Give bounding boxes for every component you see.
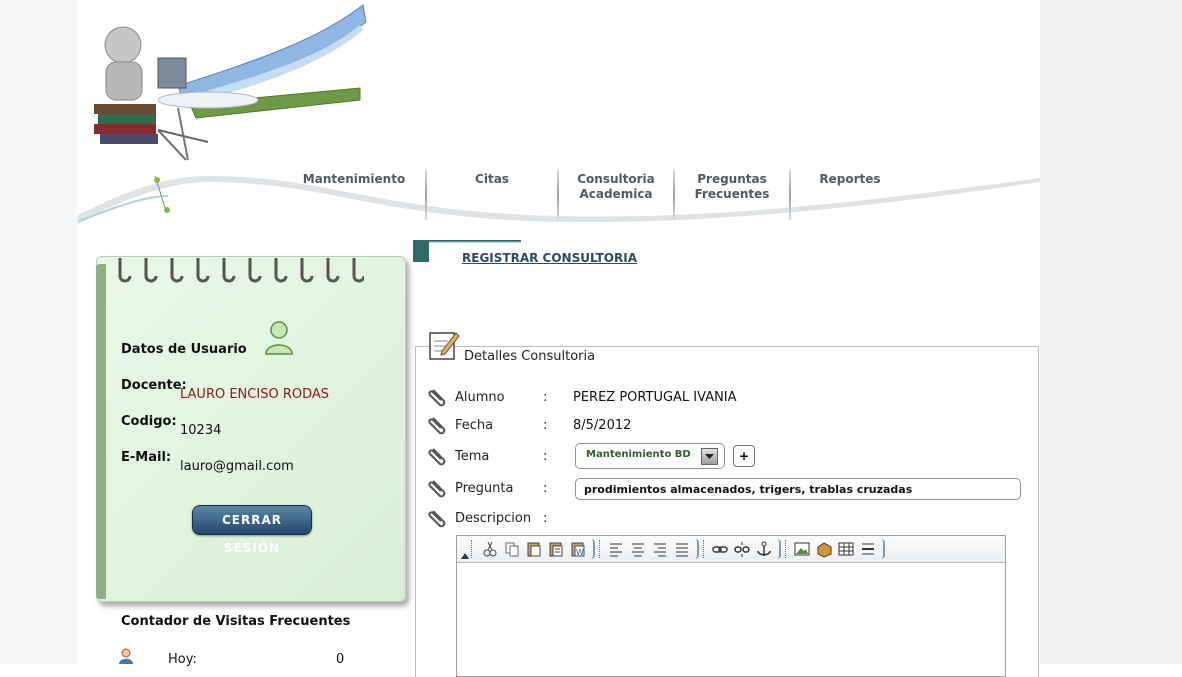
alumno-value: PEREZ PORTUGAL IVANIA	[573, 390, 737, 405]
image-icon[interactable]	[793, 540, 811, 558]
codigo-value: 10234	[180, 423, 222, 438]
nav-mantenimiento[interactable]: Mantenimiento	[283, 168, 425, 220]
email-value: lauro@gmail.com	[180, 459, 294, 474]
site-header: Mantenimiento Citas Consultoria Academic…	[78, 0, 1040, 240]
anchor-icon[interactable]	[755, 540, 773, 558]
toolbar-group-end	[879, 539, 885, 559]
nav-reportes[interactable]: Reportes	[791, 168, 909, 220]
paste-icon[interactable]	[525, 540, 543, 558]
nav-label: Consultoria	[577, 172, 655, 186]
nav-label: Mantenimiento	[302, 172, 406, 186]
nav-label: Academica	[579, 187, 653, 201]
main-nav: Mantenimiento Citas Consultoria Academic…	[283, 168, 909, 220]
descripcion-text-area[interactable]	[457, 563, 1005, 676]
visits-title: Contador de Visitas Frecuentes	[121, 614, 351, 629]
page-margin-right	[1040, 0, 1182, 664]
toolbar-collapse-icon[interactable]	[460, 550, 470, 560]
docente-value: LAURO ENCISO RODAS	[180, 387, 330, 402]
fecha-value: 8/5/2012	[573, 418, 632, 433]
unlink-icon[interactable]	[733, 540, 751, 558]
docente-label: Docente:	[121, 378, 187, 393]
register-consultoria-link[interactable]: REGISTRAR CONSULTORIA	[462, 251, 637, 265]
descripcion-editor: W	[456, 535, 1006, 677]
toolbar-group-end	[775, 539, 781, 559]
alumno-label: Alumno	[455, 390, 505, 405]
user-card-edge	[96, 264, 106, 599]
field-separator: :	[543, 511, 548, 526]
flash-icon[interactable]	[815, 540, 833, 558]
paperclip-icon	[428, 480, 446, 498]
copy-icon[interactable]	[503, 540, 521, 558]
nav-label: Preguntas	[697, 172, 767, 186]
toolbar-group-end	[589, 539, 595, 559]
toolbar-grip	[471, 540, 475, 558]
chevron-down-icon[interactable]	[701, 448, 718, 465]
nav-label: Frecuentes	[694, 187, 770, 201]
link-icon[interactable]	[711, 540, 729, 558]
paste-text-icon[interactable]	[547, 540, 565, 558]
fieldset-legend: Detalles Consultoria	[461, 349, 599, 364]
tema-selected-value: Mantenimiento BD	[586, 449, 691, 460]
field-separator: :	[543, 481, 548, 496]
spiral-binding-icon	[118, 258, 364, 283]
nav-label: Reportes	[819, 172, 881, 186]
table-icon[interactable]	[837, 540, 855, 558]
user-icon	[265, 321, 293, 355]
cut-icon[interactable]	[481, 540, 499, 558]
page-frame: Mantenimiento Citas Consultoria Academic…	[78, 0, 1040, 677]
field-separator: :	[543, 390, 548, 405]
codigo-label: Codigo:	[121, 414, 177, 429]
fecha-label: Fecha	[455, 418, 494, 433]
align-justify-icon[interactable]	[673, 540, 691, 558]
paperclip-icon	[428, 510, 446, 528]
paperclip-icon	[428, 389, 446, 407]
tema-select[interactable]: Mantenimiento BD	[575, 443, 725, 469]
tema-label: Tema	[455, 449, 490, 464]
editor-toolbar: W	[457, 536, 1005, 563]
pregunta-label: Pregunta	[455, 481, 514, 496]
horizontal-rule-icon[interactable]	[859, 540, 877, 558]
align-left-icon[interactable]	[607, 540, 625, 558]
toolbar-grip	[703, 540, 707, 558]
field-separator: :	[543, 449, 548, 464]
align-right-icon[interactable]	[651, 540, 669, 558]
field-separator: :	[543, 418, 548, 433]
nav-citas[interactable]: Citas	[427, 168, 557, 220]
align-center-icon[interactable]	[629, 540, 647, 558]
add-tema-button[interactable]: +	[733, 445, 755, 467]
toolbar-group-end	[693, 539, 699, 559]
page-margin-left	[0, 0, 80, 664]
descripcion-label: Descripcion	[455, 511, 532, 526]
visitor-icon	[119, 648, 133, 664]
visits-today-value: 0	[336, 652, 345, 667]
toolbar-grip	[599, 540, 603, 558]
toolbar-grip	[785, 540, 789, 558]
nav-label: Citas	[475, 172, 509, 186]
paperclip-icon	[428, 448, 446, 466]
visits-today-label: Hoy:	[168, 652, 197, 667]
email-label: E-Mail:	[121, 450, 172, 465]
nav-consultoria-academica[interactable]: Consultoria Academica	[559, 168, 673, 220]
svg-text:W: W	[576, 548, 584, 557]
notepad-pencil-icon	[429, 332, 460, 360]
nav-preguntas-frecuentes[interactable]: Preguntas Frecuentes	[675, 168, 789, 220]
paste-word-icon[interactable]: W	[569, 540, 587, 558]
logout-button[interactable]: CERRAR SESIÓN	[192, 505, 312, 555]
paperclip-icon	[428, 417, 446, 435]
pregunta-input[interactable]	[575, 478, 1021, 500]
user-data-title: Datos de Usuario	[121, 342, 247, 357]
